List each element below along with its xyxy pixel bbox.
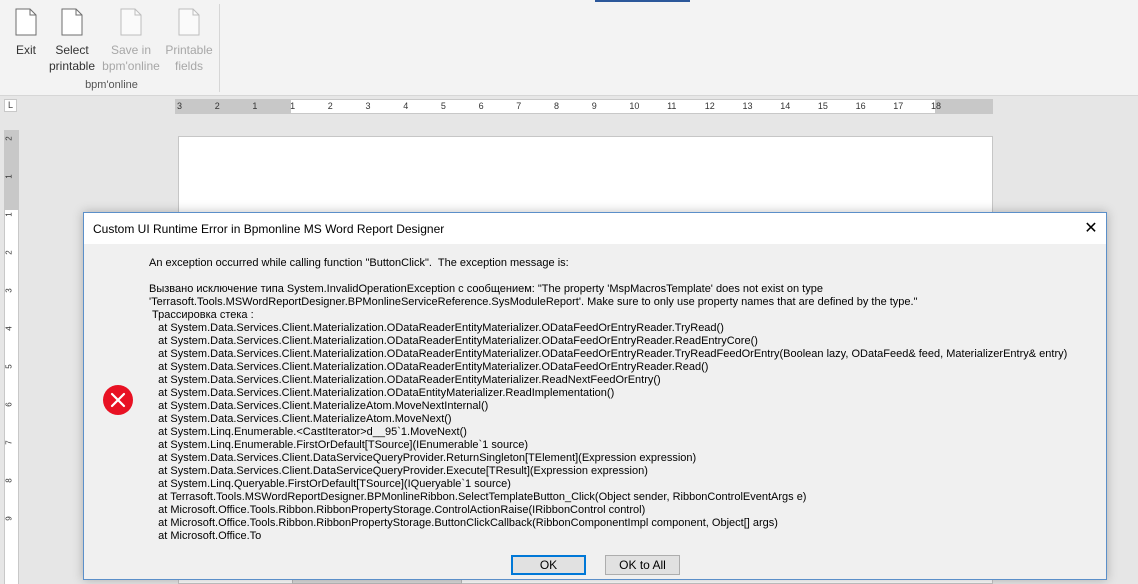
message-line: at System.Data.Services.Client.DataServi… bbox=[149, 465, 648, 477]
message-line: 'Terrasoft.Tools.MSWordReportDesigner.BP… bbox=[149, 296, 918, 308]
ok-to-all-button[interactable]: OK to All bbox=[605, 555, 680, 575]
select-printable-button[interactable]: Select printable bbox=[46, 8, 98, 74]
vertical-ruler[interactable]: 2 1 1 2 3 4 5 6 7 8 9 bbox=[4, 130, 19, 584]
ruler-tick-label: 6 bbox=[478, 101, 484, 111]
exception-message: An exception occurred while calling func… bbox=[149, 257, 1099, 543]
error-dialog: Custom UI Runtime Error in Bpmonline MS … bbox=[83, 212, 1107, 580]
message-line: at System.Data.Services.Client.Materiali… bbox=[149, 400, 489, 412]
ruler-tick-label: 5 bbox=[4, 364, 14, 369]
dialog-title: Custom UI Runtime Error in Bpmonline MS … bbox=[93, 222, 445, 236]
ruler-tick-label: 14 bbox=[780, 101, 791, 111]
ruler-tick-label: 1 bbox=[4, 174, 14, 179]
select-printable-button-label: Select printable bbox=[48, 43, 96, 73]
ruler-tick-label: 2 bbox=[4, 136, 14, 141]
ruler-tick-label: 1 bbox=[4, 212, 14, 217]
ribbon-tab-accent bbox=[595, 0, 690, 2]
message-line: at Microsoft.Office.To bbox=[149, 530, 262, 542]
message-line: at System.Linq.Enumerable.FirstOrDefault… bbox=[149, 439, 529, 451]
ruler-tick-label: 8 bbox=[4, 478, 14, 483]
ruler-tick-label: 11 bbox=[667, 101, 677, 111]
tab-selector[interactable]: L bbox=[4, 99, 17, 112]
ruler-tick-label: 9 bbox=[4, 516, 14, 521]
ruler-right-margin bbox=[935, 100, 993, 113]
message-line: at Terrasoft.Tools.MSWordReportDesigner.… bbox=[149, 491, 807, 503]
document-icon bbox=[61, 8, 83, 36]
ruler-tick-label: 16 bbox=[855, 101, 866, 111]
printable-fields-button[interactable]: Printable fields bbox=[162, 8, 216, 74]
ruler-tick-label: 10 bbox=[629, 101, 640, 111]
message-line: Трассировка стека : bbox=[149, 309, 254, 321]
printable-fields-button-label: Printable fields bbox=[165, 43, 213, 73]
document-icon bbox=[178, 8, 200, 36]
ruler-tick-label: 2 bbox=[4, 250, 14, 255]
message-line: Вызвано исключение типа System.InvalidOp… bbox=[149, 283, 823, 295]
exit-button-label: Exit bbox=[15, 43, 36, 57]
ruler-tick-label: 8 bbox=[554, 101, 560, 111]
message-line: at System.Data.Services.Client.Materiali… bbox=[149, 374, 661, 386]
ruler-tick-label: 3 bbox=[177, 101, 183, 111]
message-line bbox=[149, 270, 1099, 283]
ok-button[interactable]: OK bbox=[511, 555, 586, 575]
message-line: at System.Data.Services.Client.Materiali… bbox=[149, 335, 758, 347]
ruler-tick-label: 7 bbox=[516, 101, 522, 111]
ribbon-group-label: bpm'online bbox=[85, 79, 138, 91]
message-line: An exception occurred while calling func… bbox=[149, 257, 569, 269]
message-line: at System.Data.Services.Client.Materiali… bbox=[149, 361, 709, 373]
document-icon bbox=[15, 8, 37, 36]
ruler-tick-label: 6 bbox=[4, 402, 14, 407]
ruler-tick-label: 2 bbox=[214, 101, 220, 111]
message-line: at System.Data.Services.Client.Materiali… bbox=[149, 413, 452, 425]
ribbon: Exit Select printable Save in bpm'online… bbox=[0, 0, 1138, 96]
document-icon bbox=[120, 8, 142, 36]
message-line: at System.Data.Services.Client.Materiali… bbox=[149, 387, 615, 399]
message-line: at Microsoft.Office.Tools.Ribbon.RibbonP… bbox=[149, 504, 646, 516]
save-in-bpmonline-button[interactable]: Save in bpm'online bbox=[98, 8, 164, 74]
message-line: at System.Data.Services.Client.DataServi… bbox=[149, 452, 697, 464]
ruler-tick-label: 13 bbox=[742, 101, 753, 111]
ruler-tick-label: 9 bbox=[591, 101, 597, 111]
message-line: at System.Data.Services.Client.Materiali… bbox=[149, 348, 1068, 360]
ruler-tick-label: 1 bbox=[252, 101, 258, 111]
ruler-tick-label: 1 bbox=[290, 101, 296, 111]
ruler-tick-label: 2 bbox=[327, 101, 333, 111]
ruler-top-margin bbox=[5, 130, 18, 210]
close-icon[interactable]: ✕ bbox=[1076, 213, 1106, 244]
exit-button[interactable]: Exit bbox=[8, 8, 44, 58]
ruler-tick-label: 3 bbox=[365, 101, 371, 111]
ruler-left-margin bbox=[175, 100, 291, 113]
message-line: at Microsoft.Office.Tools.Ribbon.RibbonP… bbox=[149, 517, 778, 529]
ruler-tick-label: 12 bbox=[704, 101, 715, 111]
ruler-tick-label: 3 bbox=[4, 288, 14, 293]
ruler-tick-label: 5 bbox=[440, 101, 446, 111]
dialog-titlebar[interactable]: Custom UI Runtime Error in Bpmonline MS … bbox=[84, 213, 1106, 244]
ruler-tick-label: 4 bbox=[403, 101, 409, 111]
message-line: at System.Linq.Queryable.FirstOrDefault[… bbox=[149, 478, 511, 490]
ruler-tick-label: 15 bbox=[817, 101, 828, 111]
ruler-tick-label: 18 bbox=[931, 101, 942, 111]
message-line: at System.Linq.Enumerable.<CastIterator>… bbox=[149, 426, 467, 438]
ribbon-group-bpmonline: Exit Select printable Save in bpm'online… bbox=[4, 4, 220, 92]
ruler-tick-label: 4 bbox=[4, 326, 14, 331]
save-in-bpmonline-button-label: Save in bpm'online bbox=[102, 43, 160, 73]
horizontal-ruler[interactable]: 3 2 1 1 2 3 4 5 6 7 8 9 10 11 12 13 14 15 16 17 18 bbox=[175, 99, 993, 114]
error-icon bbox=[103, 385, 133, 415]
ruler-tick-label: 7 bbox=[4, 440, 14, 445]
ruler-tick-label: 17 bbox=[893, 101, 904, 111]
message-line: at System.Data.Services.Client.Materiali… bbox=[149, 322, 724, 334]
